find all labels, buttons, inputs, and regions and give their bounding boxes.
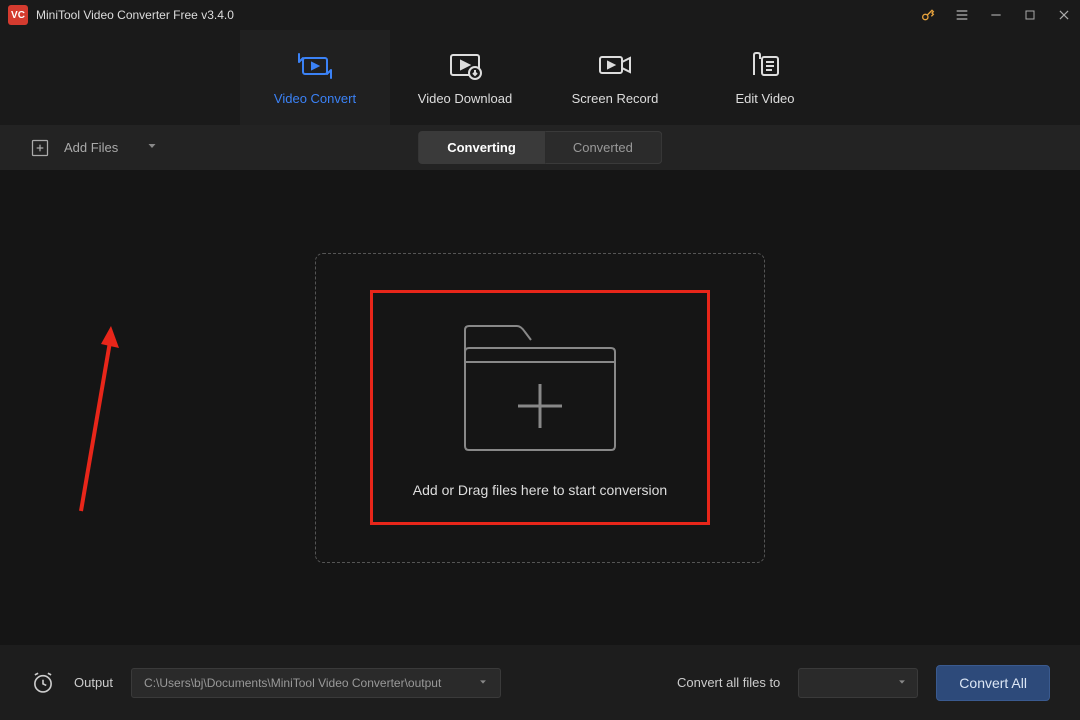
dropzone-text: Add or Drag files here to start conversi… (413, 482, 667, 498)
convert-all-button[interactable]: Convert All (936, 665, 1050, 701)
convert-all-files-label: Convert all files to (677, 675, 780, 690)
tab-video-download[interactable]: Video Download (390, 30, 540, 125)
tab-label: Screen Record (572, 91, 659, 106)
chevron-down-icon (478, 676, 488, 690)
maximize-button[interactable] (1022, 7, 1038, 23)
close-button[interactable] (1056, 7, 1072, 23)
key-icon[interactable] (920, 7, 936, 23)
tab-converted[interactable]: Converted (545, 131, 662, 164)
folder-plus-icon (455, 318, 625, 458)
chevron-down-icon (897, 674, 907, 692)
output-label: Output (74, 675, 113, 690)
chevron-down-icon[interactable] (146, 140, 158, 155)
titlebar: VC MiniTool Video Converter Free v3.4.0 (0, 0, 1080, 30)
annotation-arrow-icon (73, 326, 123, 516)
app-title: MiniTool Video Converter Free v3.4.0 (36, 8, 920, 22)
tab-edit-video[interactable]: Edit Video (690, 30, 840, 125)
tab-label: Video Download (418, 91, 512, 106)
tab-label: Video Convert (274, 91, 356, 106)
add-files-icon (30, 138, 50, 158)
output-path-select[interactable]: C:\Users\bj\Documents\MiniTool Video Con… (131, 668, 501, 698)
add-files-label: Add Files (64, 140, 118, 155)
main-area: Add or Drag files here to start conversi… (0, 170, 1080, 645)
tab-converting[interactable]: Converting (418, 131, 545, 164)
edit-icon (747, 49, 783, 83)
minimize-button[interactable] (988, 7, 1004, 23)
segmented-control: Converting Converted (418, 131, 662, 164)
download-icon (447, 49, 483, 83)
dropzone-target[interactable]: Add or Drag files here to start conversi… (370, 290, 710, 525)
nav-tabs: Video Convert Video Download Screen Reco… (0, 30, 1080, 125)
schedule-icon[interactable] (30, 670, 56, 696)
toolbar: Add Files Converting Converted (0, 125, 1080, 170)
menu-icon[interactable] (954, 7, 970, 23)
output-path-value: C:\Users\bj\Documents\MiniTool Video Con… (144, 676, 441, 690)
app-logo-icon: VC (8, 5, 28, 25)
tab-screen-record[interactable]: Screen Record (540, 30, 690, 125)
tab-label: Edit Video (735, 91, 794, 106)
tab-video-convert[interactable]: Video Convert (240, 30, 390, 125)
convert-icon (297, 49, 333, 83)
dropzone: Add or Drag files here to start conversi… (315, 253, 765, 563)
footer: Output C:\Users\bj\Documents\MiniTool Vi… (0, 645, 1080, 720)
format-select[interactable] (798, 668, 918, 698)
add-files-button[interactable]: Add Files (30, 138, 158, 158)
record-icon (597, 49, 633, 83)
